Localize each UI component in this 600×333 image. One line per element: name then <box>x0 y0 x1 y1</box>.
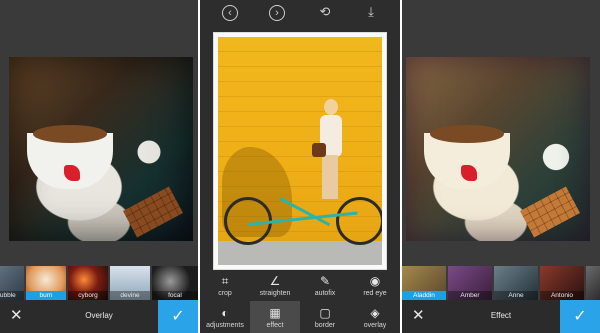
panel-title: Effect <box>490 311 512 320</box>
filter-label: burn <box>26 291 66 300</box>
tool-overlay[interactable]: ◈ overlay <box>350 301 400 333</box>
download-icon[interactable]: ⤓ <box>363 5 379 21</box>
filter-label: bubble <box>0 291 24 300</box>
filter-thumb-antonio[interactable]: Antonio <box>540 266 584 300</box>
bike-rear-wheel <box>336 197 382 245</box>
close-icon[interactable]: ✕ <box>10 308 23 324</box>
filter-thumb-bubble[interactable]: bubble <box>0 266 24 300</box>
redo-icon[interactable]: › <box>269 5 285 21</box>
film-icon: ▦ <box>269 306 281 320</box>
cup-logo <box>64 165 80 181</box>
layers-icon: ◈ <box>370 306 380 320</box>
tool-label: autofix <box>314 290 336 297</box>
woman-figure <box>312 99 344 199</box>
tool-label: crop <box>218 290 232 297</box>
edit-tools: ⌗ crop ∠ straighten ✎ autofix ◉ red eye … <box>200 269 400 333</box>
tool-label: overlay <box>363 322 387 329</box>
filter-label: Aladdin <box>402 291 446 300</box>
filter-label: focal <box>152 291 198 300</box>
check-icon[interactable]: ✓ <box>560 300 600 333</box>
filter-label: cyborg <box>68 291 108 300</box>
filter-label: devine <box>110 291 150 300</box>
straighten-icon: ∠ <box>269 274 281 288</box>
bottom-action-bar: ✕ Effect ✓ <box>402 300 600 333</box>
filter-label: Anne <box>494 291 538 300</box>
filter-label: Amber <box>448 291 492 300</box>
photo-preview-effect <box>406 57 590 241</box>
legs <box>322 155 338 199</box>
filter-label: Antonio <box>540 291 584 300</box>
overlay-panel: bubble burn cyborg devine focal ✕ Overla… <box>0 0 198 333</box>
autofix-icon: ✎ <box>319 274 331 288</box>
handbag <box>312 143 326 157</box>
crop-icon: ⌗ <box>221 274 229 288</box>
head <box>324 99 338 115</box>
compare-icon[interactable]: ⟲ <box>317 5 333 21</box>
undo-icon[interactable]: ‹ <box>222 5 238 21</box>
tool-red-eye[interactable]: ◉ red eye <box>350 269 400 301</box>
tool-label: red eye <box>363 290 387 297</box>
tool-border[interactable]: ▢ border <box>300 301 350 333</box>
filter-thumb-aladdin[interactable]: Aladdin <box>402 266 446 300</box>
check-icon[interactable]: ✓ <box>158 300 198 333</box>
chocolate-bar <box>123 186 183 238</box>
photo-preview-overlay <box>9 57 193 241</box>
tool-effect[interactable]: ▦ effect <box>250 301 300 333</box>
filter-thumb-amber[interactable]: Amber <box>448 266 492 300</box>
tool-crop[interactable]: ⌗ crop <box>200 269 250 301</box>
tool-straighten[interactable]: ∠ straighten <box>250 269 300 301</box>
filter-thumb-next[interactable] <box>586 266 600 300</box>
adjust-icon: ◐ <box>221 306 229 320</box>
filter-strip: Aladdin Amber Anne Antonio <box>402 266 600 300</box>
bottom-action-bar: ✕ Overlay ✓ <box>0 300 198 333</box>
cup-logo <box>461 165 477 181</box>
panel-title: Overlay <box>85 311 113 320</box>
eye-icon: ◉ <box>369 274 381 288</box>
close-icon[interactable]: ✕ <box>412 308 425 324</box>
effect-panel: Aladdin Amber Anne Antonio ✕ Effect ✓ <box>402 0 600 333</box>
filter-thumb-focal[interactable]: focal <box>152 266 198 300</box>
chocolate-bar <box>520 186 580 238</box>
tool-label: straighten <box>259 290 291 297</box>
filter-thumb-burn[interactable]: burn <box>26 266 66 300</box>
tool-autofix[interactable]: ✎ autofix <box>300 269 350 301</box>
filter-thumb-cyborg[interactable]: cyborg <box>68 266 108 300</box>
filter-thumb-devine[interactable]: devine <box>110 266 150 300</box>
border-icon: ▢ <box>319 306 331 320</box>
top-toolbar: ‹ › ⟲ ⤓ <box>200 0 400 26</box>
tool-label: effect <box>266 322 284 329</box>
editor-panel: ‹ › ⟲ ⤓ ⌗ crop ∠ straighten ✎ autofix ◉ … <box>200 0 400 333</box>
filter-strip: bubble burn cyborg devine focal <box>0 266 198 300</box>
tool-label: border <box>314 322 336 329</box>
photo-preview-bike <box>214 33 386 269</box>
filter-thumb-anne[interactable]: Anne <box>494 266 538 300</box>
tool-adjustments[interactable]: ◐ adjustments <box>200 301 250 333</box>
tool-label: adjustments <box>206 322 244 329</box>
